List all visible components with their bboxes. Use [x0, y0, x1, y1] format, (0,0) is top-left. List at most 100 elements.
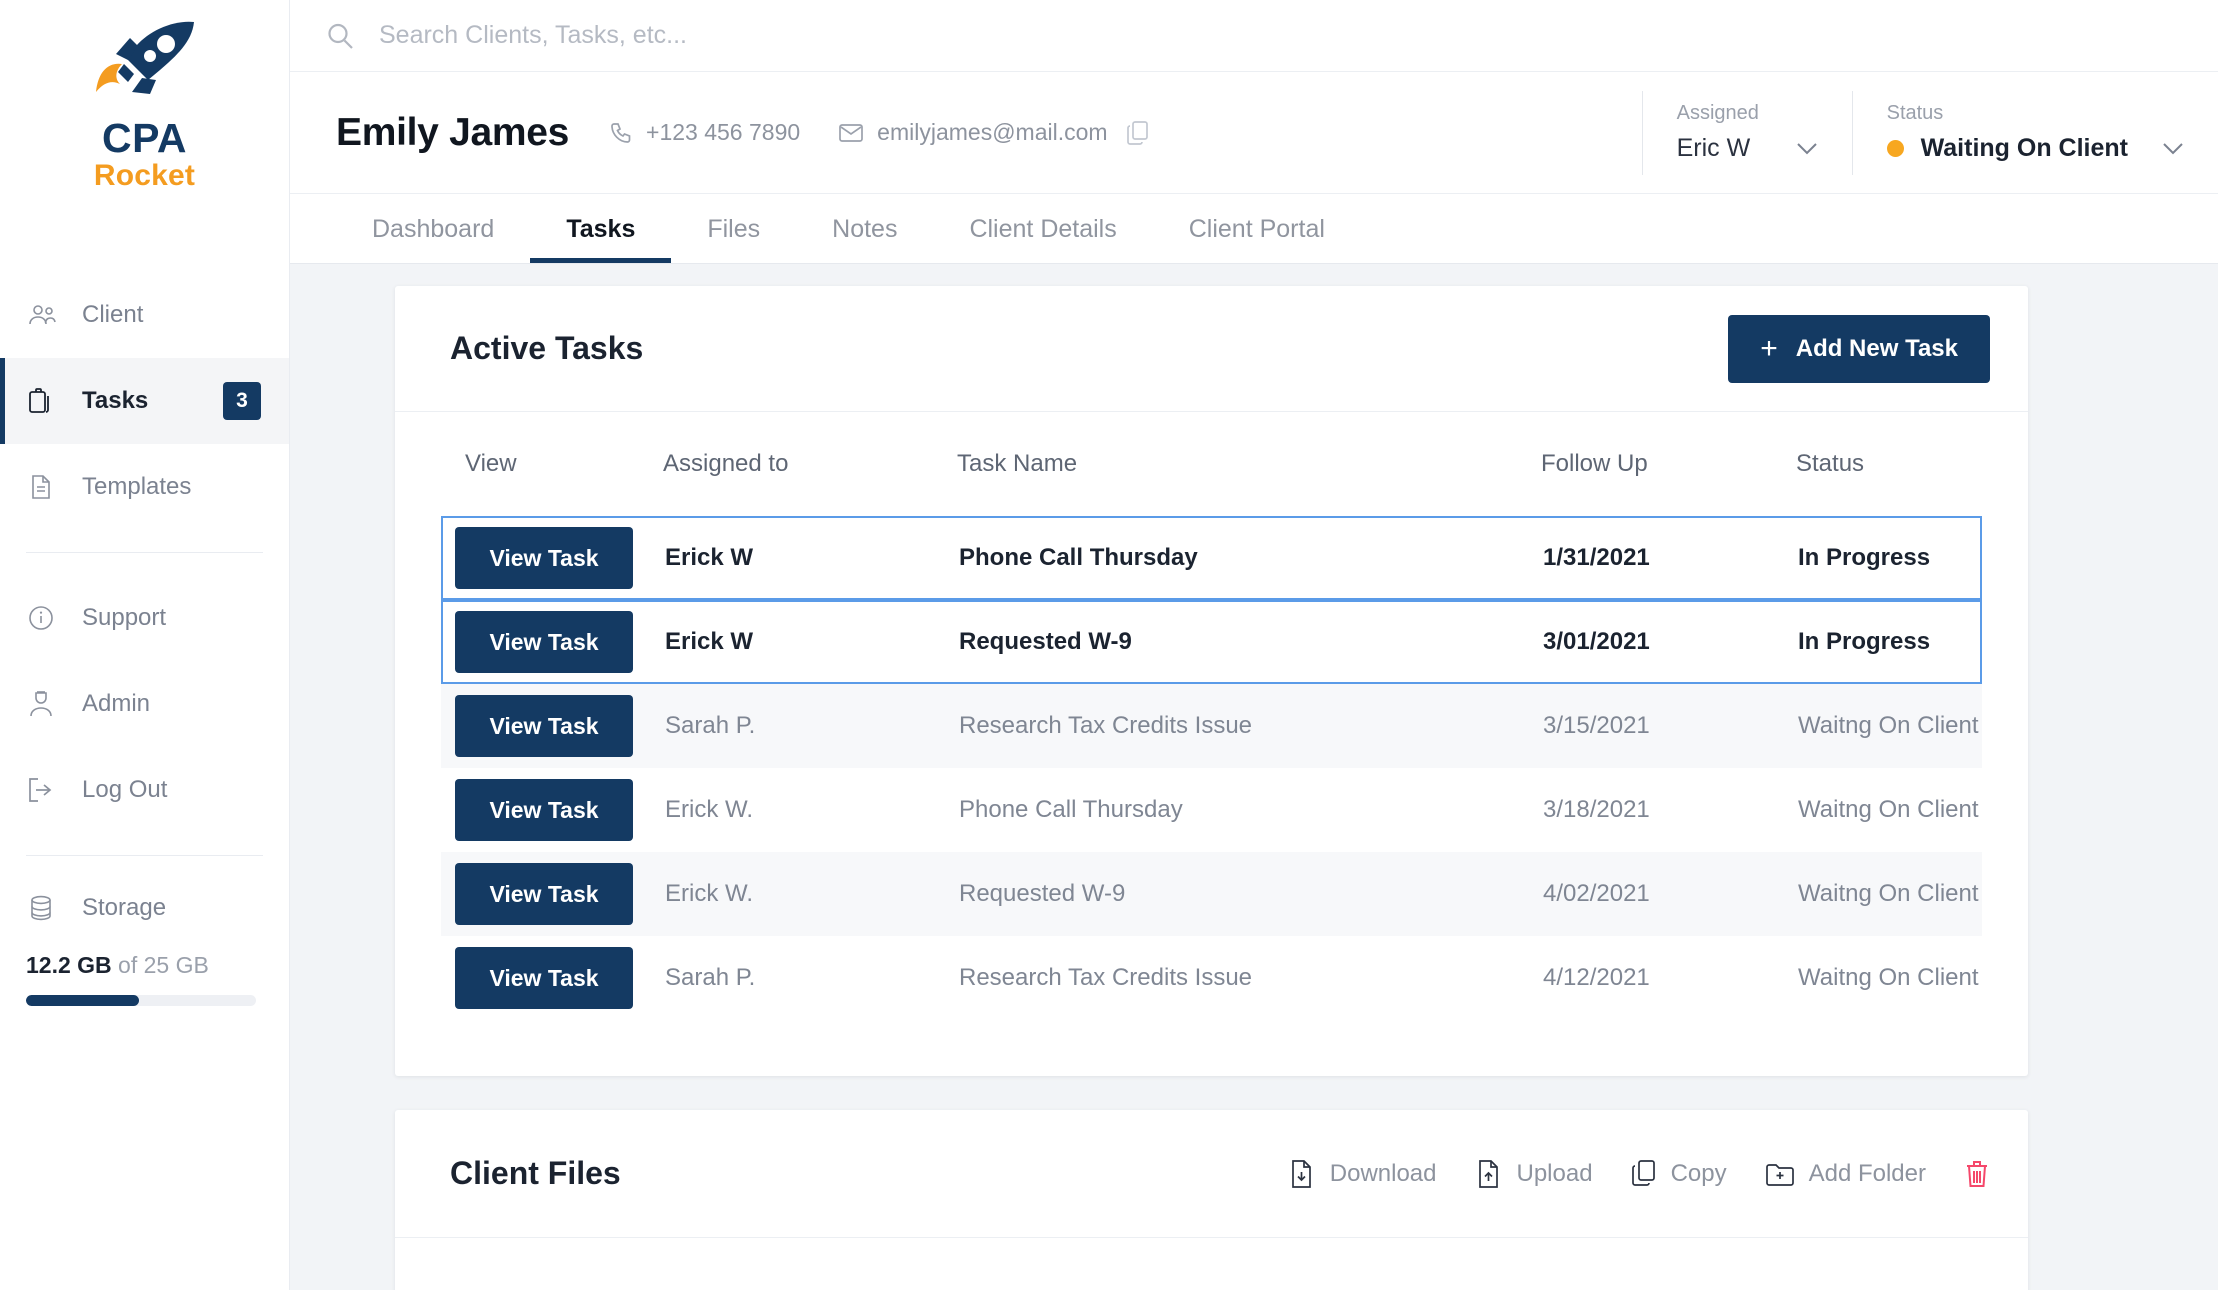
brand-logo[interactable]: CPA Rocket: [0, 0, 289, 200]
tab-bar: Dashboard Tasks Files Notes Client Details Cl…: [290, 194, 2218, 264]
sidebar-divider-bottom: [26, 855, 263, 856]
table-row[interactable]: View Task Sarah P. Research Tax Credits Is…: [441, 684, 1982, 768]
chevron-down-icon: [2128, 142, 2184, 155]
search-icon: [325, 21, 355, 51]
cell-view: View Task: [443, 527, 665, 589]
table-row[interactable]: View Task Erick W Requested W-9 3/01/2021 In…: [441, 600, 1982, 684]
sidebar-item-label: Support: [82, 604, 167, 631]
sidebar-item-templates[interactable]: Templates: [0, 444, 289, 530]
table-row[interactable]: View Task Erick W. Phone Call Thursday 3/18…: [441, 768, 1982, 852]
users-icon: [26, 300, 56, 330]
view-task-button[interactable]: View Task: [455, 863, 633, 925]
storage-section: Storage 12.2 GB of 25 GB: [0, 878, 289, 1006]
column-header-task: Task Name: [957, 450, 1078, 477]
sidebar-item-label: Client: [82, 301, 144, 328]
file-action-toolbar: Download Upload Copy Add Folder: [1288, 1159, 1990, 1189]
tasks-table-body: View Task Erick W Phone Call Thursday 1/31/…: [441, 516, 1982, 1020]
header-controls: Assigned Eric W Status Waiting On Client: [1641, 90, 2218, 175]
status-value: Waiting On Client: [1920, 134, 2128, 162]
status-badge-dot: [1886, 140, 1904, 157]
view-task-button[interactable]: View Task: [455, 611, 633, 673]
status-dropdown[interactable]: Status Waiting On Client: [1851, 90, 2218, 175]
phone-icon: [609, 121, 633, 145]
tab-tasks[interactable]: Tasks: [530, 195, 672, 263]
storage-progress-track: [26, 995, 256, 1006]
clipboard-copy-icon: [26, 386, 56, 416]
tab-label: Notes: [832, 214, 898, 243]
client-header: Emily James +123 456 7890 emilyjames@mai…: [290, 72, 2218, 194]
view-task-button[interactable]: View Task: [455, 947, 633, 1009]
tab-label: Client Portal: [1188, 214, 1325, 243]
logout-arrow-icon: [26, 775, 56, 805]
sidebar-divider-top: [26, 552, 263, 553]
info-circle-icon: [26, 603, 56, 633]
trash-icon: [1964, 1159, 1990, 1189]
sidebar-item-label: Tasks: [82, 387, 149, 414]
cell-view: View Task: [443, 611, 665, 673]
sidebar-item-admin[interactable]: Admin: [0, 661, 289, 747]
storage-usage-text: 12.2 GB of 25 GB: [0, 952, 289, 979]
tab-dashboard[interactable]: Dashboard: [336, 195, 530, 263]
delete-action[interactable]: [1964, 1159, 1990, 1189]
document-icon: [26, 472, 56, 502]
view-task-button[interactable]: View Task: [455, 695, 633, 757]
rocket-logo-icon: [86, 16, 204, 116]
active-tasks-title: Active Tasks: [450, 330, 644, 366]
cell-follow-up: 1/31/2021: [1543, 544, 1650, 571]
cell-task-name: Research Tax Credits Issue: [959, 964, 1253, 991]
content-area: Active Tasks + Add New Task View Assigne…: [290, 264, 2218, 1290]
page-title: Emily James: [336, 110, 570, 154]
file-action-label: Upload: [1516, 1159, 1593, 1187]
storage-row[interactable]: Storage: [0, 878, 289, 938]
assigned-dropdown[interactable]: Assigned Eric W: [1641, 90, 1852, 175]
sidebar-item-label: Log Out: [82, 776, 168, 803]
client-phone-text: +123 456 7890: [646, 119, 801, 145]
upload-action[interactable]: Upload: [1475, 1159, 1593, 1189]
sidebar-item-tasks[interactable]: Tasks 3: [0, 358, 289, 444]
cell-status: Waitng On Client: [1798, 796, 1979, 823]
sidebar-nav: Client Tasks 3 Templates Support Admin L…: [0, 272, 289, 1006]
table-row[interactable]: View Task Erick W Phone Call Thursday 1/31/…: [441, 516, 1982, 600]
column-header-followup: Follow Up: [1541, 450, 1648, 477]
view-task-button[interactable]: View Task: [455, 779, 633, 841]
storage-progress-fill: [26, 995, 139, 1006]
sidebar-item-support[interactable]: Support: [0, 575, 289, 661]
client-email: emilyjames@mail.com: [838, 119, 1108, 146]
main-content: Emily James +123 456 7890 emilyjames@mai…: [290, 0, 2218, 1290]
copy-email-button[interactable]: [1126, 120, 1150, 146]
tab-client-details[interactable]: Client Details: [933, 195, 1152, 263]
sidebar-item-client[interactable]: Client: [0, 272, 289, 358]
column-header-assigned: Assigned to: [663, 450, 789, 477]
download-action[interactable]: Download: [1288, 1159, 1437, 1189]
column-header-view: View: [465, 450, 517, 477]
admin-user-icon: [26, 689, 56, 719]
sidebar-item-label: Admin: [82, 690, 151, 717]
sidebar-item-logout[interactable]: Log Out: [0, 747, 289, 833]
copy-action[interactable]: Copy: [1631, 1159, 1727, 1189]
tab-label: Dashboard: [372, 214, 495, 243]
search-input[interactable]: [379, 21, 1079, 50]
tab-client-portal[interactable]: Client Portal: [1153, 195, 1361, 263]
assigned-label: Assigned: [1676, 102, 1759, 124]
tab-files[interactable]: Files: [671, 195, 796, 263]
global-search-bar: [290, 0, 2218, 72]
table-row[interactable]: View Task Erick W. Requested W-9 4/02/2021 W…: [441, 852, 1982, 936]
cell-task-name: Requested W-9: [959, 880, 1126, 907]
assigned-value: Eric W: [1676, 134, 1751, 162]
tab-notes[interactable]: Notes: [796, 195, 933, 263]
tasks-table-header: View Assigned to Task Name Follow Up Sta…: [441, 412, 1982, 516]
view-task-button[interactable]: View Task: [455, 527, 633, 589]
tab-label: Tasks: [566, 214, 636, 243]
column-header-status: Status: [1796, 450, 1865, 477]
cell-status: Waitng On Client: [1798, 964, 1979, 991]
envelope-icon: [838, 122, 864, 144]
cell-status: In Progress: [1798, 544, 1931, 571]
cell-assigned: Erick W: [665, 628, 754, 655]
table-row[interactable]: View Task Sarah P. Research Tax Credits Is…: [441, 936, 1982, 1020]
tab-label: Files: [707, 214, 761, 243]
database-icon: [26, 893, 56, 923]
add-folder-action[interactable]: Add Folder: [1765, 1160, 1926, 1188]
add-new-task-button[interactable]: + Add New Task: [1728, 314, 1990, 383]
plus-icon: +: [1760, 331, 1778, 365]
cell-follow-up: 3/15/2021: [1543, 712, 1650, 739]
